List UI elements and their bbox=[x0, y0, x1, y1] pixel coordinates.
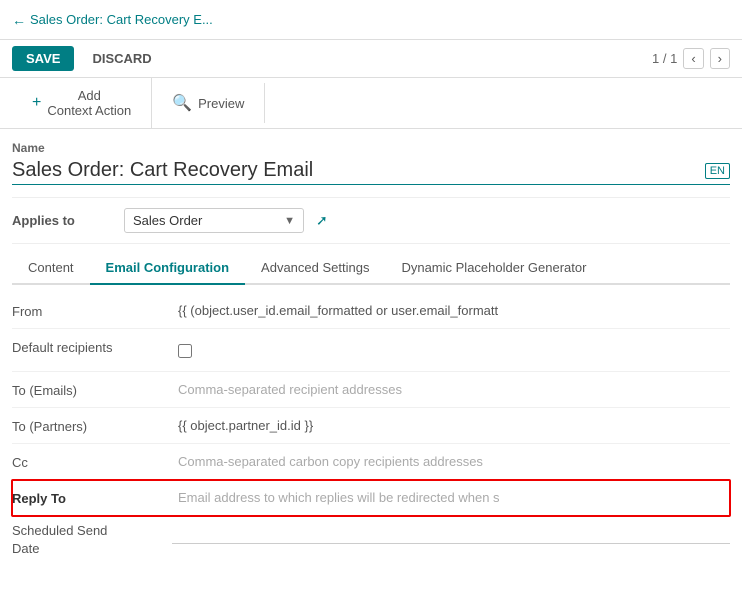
preview-icon: 🔍 bbox=[172, 93, 192, 113]
name-value[interactable]: Sales Order: Cart Recovery Email bbox=[12, 159, 313, 182]
default-recipients-row: Default recipients bbox=[12, 329, 730, 372]
preview-button[interactable]: 🔍 Preview bbox=[152, 83, 265, 123]
action-bar: SAVE DISCARD 1 / 1 ‹ › bbox=[0, 40, 742, 78]
breadcrumb-back-link[interactable]: ← Sales Order: Cart Recovery E... bbox=[12, 12, 213, 28]
reply-to-row: Reply To Email address to which replies … bbox=[12, 480, 730, 516]
default-recipients-value bbox=[172, 335, 730, 365]
back-arrow-icon: ← bbox=[12, 12, 26, 28]
add-context-action-button[interactable]: + Add Context Action bbox=[12, 78, 152, 128]
cc-row: Cc Comma-separated carbon copy recipient… bbox=[12, 444, 730, 480]
default-recipients-checkbox[interactable] bbox=[178, 344, 192, 358]
scheduled-send-date-value[interactable] bbox=[172, 522, 730, 544]
content-area: + Add Context Action 🔍 Preview Name Sale… bbox=[0, 78, 742, 584]
add-context-action-label: Add Context Action bbox=[47, 88, 131, 118]
to-emails-row: To (Emails) Comma-separated recipient ad… bbox=[12, 372, 730, 408]
name-value-row: Sales Order: Cart Recovery Email EN bbox=[12, 159, 730, 185]
breadcrumb-text: Sales Order: Cart Recovery E... bbox=[30, 12, 213, 27]
pagination: 1 / 1 ‹ › bbox=[652, 48, 730, 69]
tab-content[interactable]: Content bbox=[12, 252, 90, 285]
from-label: From bbox=[12, 299, 172, 319]
pagination-text: 1 / 1 bbox=[652, 51, 677, 66]
discard-button[interactable]: DISCARD bbox=[82, 46, 161, 71]
preview-label: Preview bbox=[198, 96, 244, 111]
lang-badge[interactable]: EN bbox=[705, 163, 730, 179]
email-config-form: From {{ (object.user_id.email_formatted … bbox=[12, 285, 730, 572]
reply-to-value[interactable]: Email address to which replies will be r… bbox=[172, 486, 730, 509]
applies-to-label: Applies to bbox=[12, 213, 112, 228]
to-emails-value[interactable]: Comma-separated recipient addresses bbox=[172, 378, 730, 401]
to-partners-row: To (Partners) {{ object.partner_id.id }} bbox=[12, 408, 730, 444]
cc-label: Cc bbox=[12, 450, 172, 470]
dropdown-arrow-icon: ▼ bbox=[284, 215, 295, 227]
external-link-icon[interactable]: ➚ bbox=[316, 212, 328, 229]
applies-to-value: Sales Order bbox=[133, 213, 278, 228]
to-partners-value[interactable]: {{ object.partner_id.id }} bbox=[172, 414, 730, 437]
applies-to-select[interactable]: Sales Order ▼ bbox=[124, 208, 304, 233]
tabs-row: Content Email Configuration Advanced Set… bbox=[12, 252, 730, 285]
reply-to-label: Reply To bbox=[12, 486, 172, 506]
default-recipients-label: Default recipients bbox=[12, 335, 172, 355]
next-button[interactable]: › bbox=[710, 48, 730, 69]
applies-to-row: Applies to Sales Order ▼ ➚ bbox=[12, 198, 730, 244]
save-button[interactable]: SAVE bbox=[12, 46, 74, 71]
to-emails-label: To (Emails) bbox=[12, 378, 172, 398]
name-label: Name bbox=[12, 141, 730, 155]
scheduled-send-date-row: Scheduled Send Date bbox=[12, 516, 730, 564]
cc-value[interactable]: Comma-separated carbon copy recipients a… bbox=[172, 450, 730, 473]
tab-advanced-settings[interactable]: Advanced Settings bbox=[245, 252, 385, 285]
to-partners-label: To (Partners) bbox=[12, 414, 172, 434]
top-bar: ← Sales Order: Cart Recovery E... bbox=[0, 0, 742, 40]
from-row: From {{ (object.user_id.email_formatted … bbox=[12, 293, 730, 329]
tab-dynamic-placeholder[interactable]: Dynamic Placeholder Generator bbox=[385, 252, 602, 285]
name-section: Name Sales Order: Cart Recovery Email EN bbox=[12, 129, 730, 198]
toolbar-row: + Add Context Action 🔍 Preview bbox=[0, 78, 742, 129]
plus-icon: + bbox=[32, 94, 41, 112]
scheduled-send-date-label: Scheduled Send Date bbox=[12, 522, 172, 558]
tab-email-configuration[interactable]: Email Configuration bbox=[90, 252, 246, 285]
prev-button[interactable]: ‹ bbox=[683, 48, 703, 69]
from-value[interactable]: {{ (object.user_id.email_formatted or us… bbox=[172, 299, 730, 322]
